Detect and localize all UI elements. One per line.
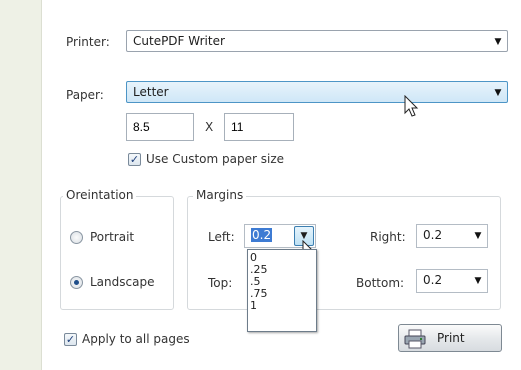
right-margin-select[interactable]: 0.2 ▼: [416, 224, 488, 248]
checkmark-icon: ✓: [129, 153, 140, 166]
printer-value: CutePDF Writer: [133, 34, 225, 48]
orientation-legend: Oreintation: [63, 188, 137, 202]
orientation-group: [60, 196, 174, 310]
checkmark-icon: ✓: [65, 333, 76, 346]
paper-select[interactable]: Letter ▼: [126, 81, 508, 103]
custom-paper-label: Use Custom paper size: [146, 152, 285, 166]
dropdown-option[interactable]: .75: [248, 288, 316, 300]
apply-all-label: Apply to all pages: [82, 332, 190, 346]
mouse-pointer-icon: [404, 95, 419, 117]
left-margin-value: 0.2: [251, 228, 273, 242]
paper-size-separator: X: [205, 120, 214, 134]
portrait-radio[interactable]: [70, 231, 83, 244]
landscape-radio[interactable]: [70, 276, 83, 289]
printer-select[interactable]: CutePDF Writer ▼: [126, 30, 508, 52]
custom-paper-checkbox[interactable]: ✓: [128, 153, 141, 166]
bottom-margin-select[interactable]: 0.2 ▼: [416, 269, 488, 293]
bottom-margin-value: 0.2: [423, 273, 443, 287]
right-margin-label: Right:: [370, 230, 406, 244]
left-margin-label: Left:: [208, 230, 235, 244]
print-button-label: Print: [437, 331, 465, 345]
chevron-down-icon: ▼: [474, 231, 482, 241]
chevron-down-icon: ▼: [494, 37, 502, 47]
chevron-down-icon: ▼: [474, 276, 482, 286]
paper-label: Paper:: [66, 88, 104, 102]
portrait-label: Portrait: [90, 230, 135, 244]
printer-label: Printer:: [66, 35, 110, 49]
landscape-label: Landscape: [90, 275, 155, 289]
left-margin-dropdown[interactable]: 0 .25 .5 .75 1: [247, 249, 317, 332]
dropdown-option[interactable]: 1: [248, 300, 316, 312]
paper-value: Letter: [133, 85, 169, 99]
paper-width-input[interactable]: [126, 113, 194, 141]
print-button[interactable]: Print: [398, 324, 502, 352]
paper-height-input[interactable]: [224, 113, 294, 141]
top-margin-label: Top:: [208, 276, 233, 290]
bottom-margin-label: Bottom:: [356, 276, 405, 290]
right-margin-value: 0.2: [423, 228, 443, 242]
left-panel-strip: [0, 0, 42, 370]
chevron-down-icon: ▼: [494, 88, 502, 98]
apply-all-checkbox[interactable]: ✓: [64, 333, 77, 346]
printer-icon: [404, 329, 426, 349]
margins-legend: Margins: [193, 188, 247, 202]
